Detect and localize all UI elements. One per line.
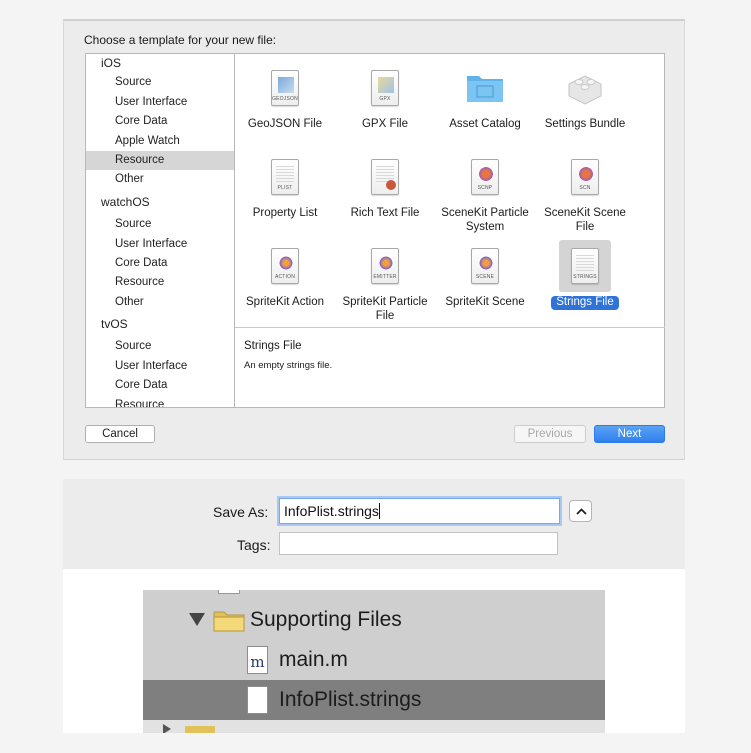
template-label: Property List (252, 207, 318, 219)
template-label: GPX File (361, 118, 408, 130)
category-item-ios-core-data[interactable]: Core Data (86, 112, 234, 131)
plist-file-icon: PLIST (259, 151, 311, 203)
category-item-ios-resource[interactable]: Resource (86, 150, 234, 171)
panel-separator (63, 569, 685, 590)
project-navigator: Supporting Files m main.m InfoPlist.stri… (143, 590, 605, 720)
category-group-ios: iOS (101, 56, 122, 70)
template-settings-bundle[interactable]: Settings Bundle (535, 62, 635, 132)
category-item-watchos-source[interactable]: Source (86, 215, 234, 234)
save-as-input[interactable]: InfoPlist.strings (279, 498, 560, 524)
category-item-watchos-resource[interactable]: Resource (86, 273, 234, 292)
template-label: GeoJSON File (247, 118, 323, 130)
plist-file-icon (218, 590, 240, 594)
next-button[interactable]: Next (594, 425, 665, 443)
lego-brick-icon (559, 62, 611, 114)
template-asset-catalog[interactable]: Asset Catalog (435, 62, 535, 132)
scn-file-icon: SCN (559, 151, 611, 203)
navigator-row-infoplist-strings[interactable]: InfoPlist.strings (143, 680, 605, 720)
disclosure-triangle-icon (163, 724, 171, 733)
disclosure-triangle-icon[interactable] (189, 613, 205, 626)
template-grid: GEOJSON GeoJSON File GPX GPX File Asset … (235, 54, 665, 326)
category-item-watchos-user-interface[interactable]: User Interface (86, 235, 234, 254)
folder-icon (213, 611, 245, 632)
save-as-value: InfoPlist.strings (284, 503, 379, 519)
panel-margin (605, 590, 685, 733)
description-title: Strings File (244, 340, 302, 352)
geojson-file-icon: GEOJSON (259, 62, 311, 114)
save-as-label: Save As: (213, 504, 269, 520)
template-label: SceneKit Scene File (544, 207, 626, 233)
cancel-button[interactable]: Cancel (85, 425, 155, 443)
template-scenekit-scene-file[interactable]: SCN SceneKit Scene File (535, 151, 635, 235)
scene-file-icon: SCENE (459, 240, 511, 292)
category-item-ios-source[interactable]: Source (86, 73, 234, 92)
tags-input[interactable] (279, 532, 558, 555)
template-property-list[interactable]: PLIST Property List (235, 151, 335, 221)
tags-label: Tags: (237, 537, 271, 553)
category-item-tvos-source[interactable]: Source (86, 337, 234, 356)
strings-file-icon (247, 686, 268, 714)
navigator-truncated-row (143, 720, 605, 733)
template-pane: GEOJSON GeoJSON File GPX GPX File Asset … (235, 53, 665, 408)
template-description: Strings File An empty strings file. (235, 327, 665, 408)
category-item-watchos-core-data[interactable]: Core Data (86, 254, 234, 273)
category-list[interactable]: iOS Source User Interface Core Data Appl… (85, 53, 235, 408)
navigator-file-label: InfoPlist.strings (279, 688, 422, 711)
scnp-file-icon: SCNP (459, 151, 511, 203)
template-strings-file[interactable]: STRINGS Strings File (535, 240, 635, 310)
category-item-ios-other[interactable]: Other (86, 170, 234, 189)
template-label: SpriteKit Scene (445, 296, 525, 308)
category-item-ios-user-interface[interactable]: User Interface (86, 93, 234, 112)
template-label: SceneKit Particle System (441, 207, 529, 233)
template-gpx-file[interactable]: GPX GPX File (335, 62, 435, 132)
folder-icon (459, 62, 511, 114)
template-label: Rich Text File (350, 207, 420, 219)
gpx-file-icon: GPX (359, 62, 411, 114)
dialog-title: Choose a template for your new file: (84, 33, 277, 47)
navigator-folder-label: Supporting Files (250, 608, 402, 631)
previous-button[interactable]: Previous (514, 425, 586, 443)
template-rich-text-file[interactable]: Rich Text File (335, 151, 435, 221)
category-item-tvos-user-interface[interactable]: User Interface (86, 357, 234, 376)
category-item-ios-apple-watch[interactable]: Apple Watch (86, 132, 234, 151)
description-text: An empty strings file. (244, 360, 333, 371)
template-label: SpriteKit Particle File (342, 296, 428, 322)
template-label: Settings Bundle (544, 118, 626, 130)
template-label: SpriteKit Action (246, 296, 324, 308)
template-label: Strings File (551, 296, 619, 310)
category-item-tvos-core-data[interactable]: Core Data (86, 376, 234, 395)
template-geojson-file[interactable]: GEOJSON GeoJSON File (235, 62, 335, 132)
text-caret (378, 503, 380, 519)
template-scenekit-particle-system[interactable]: SCNP SceneKit Particle System (435, 151, 535, 235)
strings-file-icon: STRINGS (559, 240, 611, 292)
template-label: Asset Catalog (449, 118, 521, 130)
category-group-watchos: watchOS (101, 194, 150, 209)
category-item-watchos-other[interactable]: Other (86, 293, 234, 312)
navigator-file-label: main.m (279, 648, 348, 671)
template-spritekit-scene[interactable]: SCENE SpriteKit Scene (435, 240, 535, 310)
category-group-tvos: tvOS (101, 317, 128, 332)
template-spritekit-particle-file[interactable]: EMITTER SpriteKit Particle File (335, 240, 435, 324)
action-file-icon: ACTION (259, 240, 311, 292)
navigator-row-main-m[interactable]: m main.m (143, 640, 605, 680)
expand-dialog-button[interactable] (569, 500, 592, 522)
panel-margin (63, 590, 143, 733)
folder-icon (185, 726, 215, 733)
emitter-file-icon: EMITTER (359, 240, 411, 292)
rich-text-file-icon (359, 151, 411, 203)
category-item-tvos-resource[interactable]: Resource (86, 396, 234, 407)
objc-m-file-icon: m (247, 646, 268, 674)
navigator-row-supporting-files[interactable]: Supporting Files (143, 600, 605, 640)
save-as-panel: Save As: InfoPlist.strings Tags: (63, 479, 685, 569)
template-spritekit-action[interactable]: ACTION SpriteKit Action (235, 240, 335, 310)
template-chooser-dialog: Choose a template for your new file: iOS… (63, 19, 685, 460)
chevron-up-icon (576, 508, 587, 515)
